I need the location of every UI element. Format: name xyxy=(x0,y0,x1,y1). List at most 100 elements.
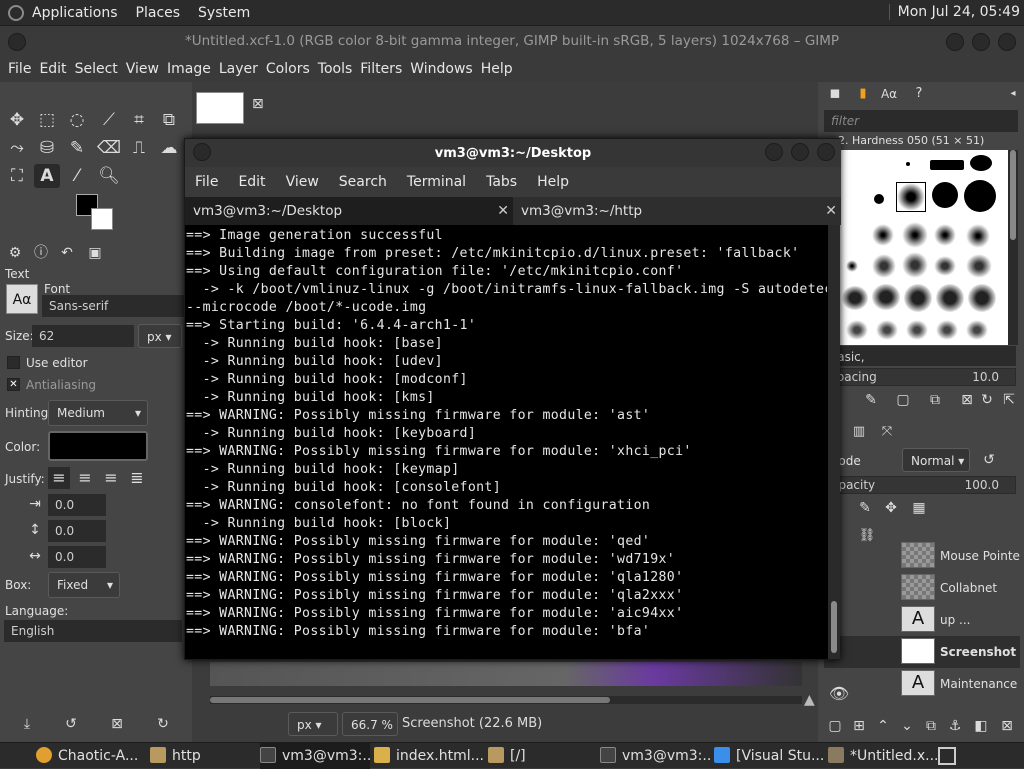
terminal-menu-tabs[interactable]: Tabs xyxy=(486,174,517,190)
delete-options-icon[interactable]: ⊠ xyxy=(104,712,130,736)
terminal-menu-edit[interactable]: Edit xyxy=(238,174,265,190)
lock-pixels-icon[interactable]: ✎ xyxy=(852,496,878,520)
device-status-tab-icon[interactable]: ⓘ xyxy=(30,242,52,264)
taskbar-item-root-folder[interactable]: [/] xyxy=(488,743,594,769)
navigate-icon[interactable]: ▲ xyxy=(804,692,815,708)
brushes-tab-icon[interactable]: ◼ xyxy=(822,82,848,106)
terminal-scrollbar[interactable] xyxy=(828,225,840,659)
lower-layer-icon[interactable]: ⌄ xyxy=(894,714,920,738)
patterns-tab-icon[interactable]: ▮ xyxy=(850,82,876,106)
brush-preview[interactable] xyxy=(872,284,900,310)
brush-preview-selected[interactable] xyxy=(896,182,926,212)
brush-grid[interactable] xyxy=(840,150,1008,345)
brush-preview[interactable] xyxy=(932,182,958,208)
zoom-select[interactable]: 66.7 % xyxy=(342,712,398,736)
lock-position-icon[interactable]: ✥ xyxy=(878,496,904,520)
help-tab-icon[interactable]: ? xyxy=(906,82,932,106)
clone-tool-icon[interactable]: ⎍ xyxy=(126,136,152,160)
brush-preview[interactable] xyxy=(872,254,896,278)
tool-options-tab-icon[interactable]: ⚙ xyxy=(4,242,26,264)
terminal-menu-search[interactable]: Search xyxy=(339,174,387,190)
duplicate-layer-icon[interactable]: ⧉ xyxy=(918,714,944,738)
justify-right-icon[interactable]: ≡ xyxy=(74,467,96,489)
mask-layer-icon[interactable]: ◧ xyxy=(968,714,994,738)
new-layer-group-icon[interactable]: ⊞ xyxy=(846,714,872,738)
terminal-menu-view[interactable]: View xyxy=(286,174,319,190)
crop-tool-icon[interactable]: ⌗ xyxy=(126,108,152,132)
indent-input[interactable]: 0.0 xyxy=(48,494,106,516)
terminal-output[interactable]: ==> Image generation successful ==> Buil… xyxy=(185,225,827,659)
fuzzy-select-tool-icon[interactable]: ⟋ xyxy=(96,108,122,132)
menu-filters[interactable]: Filters xyxy=(360,61,402,77)
terminal-maximize-button[interactable] xyxy=(791,143,809,161)
size-unit-select[interactable]: px ▾ xyxy=(138,324,182,348)
layer-mode-select[interactable]: Normal ▾ xyxy=(902,448,970,472)
brush-preview[interactable] xyxy=(966,320,988,340)
paintbrush-tool-icon[interactable]: ✎ xyxy=(64,136,90,160)
layer-row-selected[interactable]: Screenshot xyxy=(824,636,1020,668)
paths-tab-icon[interactable]: ⤧ xyxy=(874,420,900,444)
edit-brush-icon[interactable]: ✎ xyxy=(858,388,884,412)
brush-preview[interactable] xyxy=(930,160,964,170)
background-color-swatch[interactable] xyxy=(91,208,113,230)
fonts-tab-icon[interactable]: Aα xyxy=(876,82,902,106)
new-brush-icon[interactable]: ▢ xyxy=(890,388,916,412)
opacity-slider[interactable]: Opacity 100.0 xyxy=(822,476,1016,494)
menu-select[interactable]: Select xyxy=(75,61,118,77)
image-tab-thumbnail[interactable] xyxy=(196,92,244,124)
font-preview-icon[interactable]: Aα xyxy=(6,284,38,314)
terminal-scrollbar-thumb[interactable] xyxy=(831,601,837,653)
new-layer-icon[interactable]: ▢ xyxy=(822,714,848,738)
taskbar-item-terminal[interactable]: vm3@vm3:... xyxy=(600,743,710,769)
images-tab-icon[interactable]: ▣ xyxy=(84,242,106,264)
brush-preview[interactable] xyxy=(874,194,884,204)
taskbar-item-chrome[interactable]: Chaotic-A... xyxy=(36,743,146,769)
terminal-menu-help[interactable]: Help xyxy=(537,174,569,190)
menu-image[interactable]: Image xyxy=(167,61,211,77)
brush-preview[interactable] xyxy=(902,222,928,248)
text-color-button[interactable] xyxy=(48,431,148,461)
brush-preview[interactable] xyxy=(842,286,868,310)
brush-preview[interactable] xyxy=(936,320,958,340)
taskbar-item-vscode[interactable]: [Visual Stu... xyxy=(714,743,824,769)
brush-preview[interactable] xyxy=(964,180,996,212)
brush-preview[interactable] xyxy=(846,320,868,340)
dock-menu-icon[interactable]: ◂ xyxy=(1000,82,1024,106)
brush-preview[interactable] xyxy=(934,224,956,246)
brush-preview[interactable] xyxy=(872,224,894,246)
warp-tool-icon[interactable]: ⤳ xyxy=(4,136,30,160)
terminal-tab-http[interactable]: vm3@vm3:~/http ✕ xyxy=(513,197,841,225)
maximize-button[interactable] xyxy=(972,33,990,51)
menu-file[interactable]: File xyxy=(8,61,31,77)
minimize-button[interactable] xyxy=(946,33,964,51)
rect-select-tool-icon[interactable]: ⬚ xyxy=(34,108,60,132)
brush-preview[interactable] xyxy=(968,284,996,312)
terminal-minimize-button[interactable] xyxy=(765,143,783,161)
terminal-tab-desktop[interactable]: vm3@vm3:~/Desktop ✕ xyxy=(185,197,513,225)
unit-select[interactable]: px ▾ xyxy=(288,712,338,736)
unified-transform-tool-icon[interactable]: ⧉ xyxy=(156,108,182,132)
text-tool-icon[interactable]: A xyxy=(34,164,60,188)
lock-alpha-icon[interactable]: ▦ xyxy=(906,496,932,520)
horizontal-scrollbar[interactable] xyxy=(210,696,802,704)
clock[interactable]: Mon Jul 24, 05:49 xyxy=(888,4,1020,20)
use-editor-checkbox[interactable] xyxy=(7,356,20,369)
layer-row[interactable]: Mouse Pointer xyxy=(824,540,1020,572)
layers-tab-icon[interactable]: ▥ xyxy=(846,420,872,444)
panel-menu-system[interactable]: System xyxy=(198,5,250,21)
reset-options-icon[interactable]: ↻ xyxy=(150,712,176,736)
terminal-menu-terminal[interactable]: Terminal xyxy=(407,174,466,190)
letter-spacing-input[interactable]: 0.0 xyxy=(48,546,106,568)
taskbar-item-editor[interactable]: index.html... xyxy=(374,743,484,769)
menu-windows[interactable]: Windows xyxy=(410,61,473,77)
brush-grid-scrollbar[interactable] xyxy=(1008,150,1018,345)
brush-preview[interactable] xyxy=(906,320,928,340)
box-select[interactable]: Fixed ▾ xyxy=(48,572,120,598)
menu-edit[interactable]: Edit xyxy=(39,61,66,77)
color-picker-tool-icon[interactable]: ⁄ xyxy=(64,164,90,188)
brush-preview[interactable] xyxy=(904,284,932,312)
brush-preview[interactable] xyxy=(970,155,992,171)
close-tab-icon[interactable]: ✕ xyxy=(497,197,509,225)
brush-to-image-icon[interactable]: ⇱ xyxy=(996,388,1022,412)
language-input[interactable]: English xyxy=(4,620,182,642)
